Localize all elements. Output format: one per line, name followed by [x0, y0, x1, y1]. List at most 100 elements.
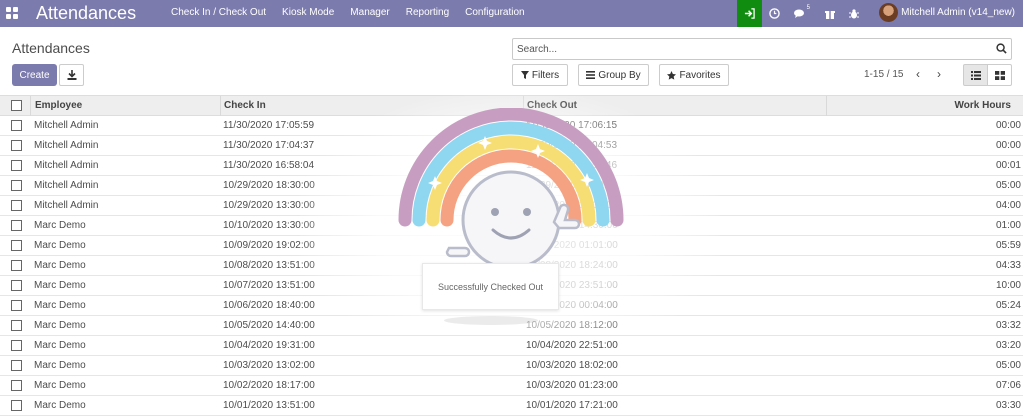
filters-label: Filters [531, 69, 560, 81]
cell-work-hours: 05:59 [995, 240, 1021, 251]
cell-employee: Mitchell Admin [34, 140, 99, 151]
column-check-in[interactable]: Check In [224, 100, 266, 111]
row-checkbox[interactable] [11, 360, 22, 371]
cell-work-hours: 07:06 [995, 380, 1021, 391]
cell-work-hours: 03:20 [995, 340, 1021, 351]
main-menu: Check In / Check Out Kiosk Mode Manager … [163, 0, 533, 27]
cell-employee: Marc Demo [34, 340, 86, 351]
cell-check-in: 11/30/2020 16:58:04 [223, 160, 315, 171]
search-icon[interactable] [996, 43, 1007, 54]
cell-check-in: 10/10/2020 13:30:00 [223, 220, 315, 231]
cell-check-in: 10/06/2020 18:40:00 [223, 300, 315, 311]
list-view-button[interactable] [963, 64, 988, 86]
cell-check-in: 11/30/2020 17:04:37 [223, 140, 315, 151]
column-work-hours[interactable]: Work Hours [955, 100, 1012, 111]
group-by-button[interactable]: Group By [578, 64, 649, 86]
cell-check-out: 10/03/2020 01:23:00 [526, 380, 618, 391]
menu-configuration[interactable]: Configuration [457, 0, 532, 27]
cell-check-in: 10/03/2020 13:02:00 [223, 360, 315, 371]
left-hand-icon [445, 246, 471, 258]
cell-check-in: 11/30/2020 17:05:59 [223, 120, 315, 131]
group-by-label: Group By [598, 69, 641, 81]
cell-employee: Mitchell Admin [34, 120, 99, 131]
debug-bug-icon[interactable] [842, 0, 866, 27]
cell-check-in: 10/29/2020 18:30:00 [223, 180, 315, 191]
cell-employee: Marc Demo [34, 220, 86, 231]
menu-manager[interactable]: Manager [342, 0, 397, 27]
row-checkbox[interactable] [11, 400, 22, 411]
filters-button[interactable]: Filters [512, 64, 568, 86]
table-row[interactable]: Marc Demo 10/01/2020 13:51:00 10/01/2020 1… [0, 396, 1023, 416]
user-avatar[interactable] [879, 3, 898, 22]
kanban-view-button[interactable] [987, 64, 1012, 86]
top-navbar: Attendances Check In / Check Out Kiosk M… [0, 0, 1023, 27]
app-title[interactable]: Attendances [36, 3, 136, 24]
column-employee[interactable]: Employee [35, 100, 82, 111]
smiley-face [461, 170, 561, 270]
cell-check-in: 10/05/2020 14:40:00 [223, 320, 315, 331]
cell-employee: Marc Demo [34, 380, 86, 391]
cell-employee: Mitchell Admin [34, 160, 99, 171]
table-row[interactable]: Marc Demo 10/03/2020 13:02:00 10/03/2020 1… [0, 356, 1023, 376]
cell-check-out: 10/04/2020 22:51:00 [526, 340, 618, 351]
cell-check-in: 10/09/2020 19:02:00 [223, 240, 315, 251]
check-in-status-icon[interactable] [737, 0, 762, 27]
row-checkbox[interactable] [11, 340, 22, 351]
row-checkbox[interactable] [11, 280, 22, 291]
activity-clock-icon[interactable] [762, 0, 786, 27]
list-view-icon [970, 70, 981, 80]
menu-reporting[interactable]: Reporting [398, 0, 457, 27]
row-checkbox[interactable] [11, 380, 22, 391]
cell-employee: Marc Demo [34, 320, 86, 331]
row-checkbox[interactable] [11, 160, 22, 171]
pager-previous-icon[interactable]: ‹ [911, 66, 925, 82]
cell-employee: Marc Demo [34, 280, 86, 291]
download-icon [67, 70, 76, 80]
row-checkbox[interactable] [11, 260, 22, 271]
cell-work-hours: 01:00 [995, 220, 1021, 231]
row-checkbox[interactable] [11, 180, 22, 191]
menu-kiosk-mode[interactable]: Kiosk Mode [274, 0, 342, 27]
row-checkbox[interactable] [11, 140, 22, 151]
cell-check-in: 10/04/2020 19:31:00 [223, 340, 315, 351]
menu-check-in-out[interactable]: Check In / Check Out [163, 0, 274, 27]
cell-employee: Mitchell Admin [34, 180, 99, 191]
row-checkbox[interactable] [11, 300, 22, 311]
download-button[interactable] [59, 64, 84, 86]
row-checkbox[interactable] [11, 200, 22, 211]
cell-work-hours: 05:00 [995, 180, 1021, 191]
pager-next-icon[interactable]: › [932, 66, 946, 82]
row-checkbox[interactable] [11, 240, 22, 251]
pager-value[interactable]: 1-15 / 15 [864, 69, 903, 80]
table-row[interactable]: Marc Demo 10/02/2020 18:17:00 10/03/2020 0… [0, 376, 1023, 396]
create-button[interactable]: Create [12, 64, 57, 86]
search-input[interactable] [513, 39, 983, 59]
breadcrumb: Attendances [12, 40, 90, 56]
row-checkbox[interactable] [11, 320, 22, 331]
cell-work-hours: 00:01 [995, 160, 1021, 171]
cell-work-hours: 05:00 [995, 360, 1021, 371]
checkout-notification: Successfully Checked Out [422, 263, 559, 310]
rainbow-shadow [444, 316, 538, 325]
messages-icon[interactable]: 5 [786, 0, 814, 27]
cell-work-hours: 10:00 [995, 280, 1021, 291]
messages-count-badge: 5 [806, 5, 810, 11]
select-all-checkbox[interactable] [11, 100, 22, 111]
cell-check-in: 10/08/2020 13:51:00 [223, 260, 315, 271]
row-checkbox[interactable] [11, 120, 22, 131]
user-menu[interactable]: Mitchell Admin (v14_new) [901, 0, 1015, 26]
cell-employee: Marc Demo [34, 300, 86, 311]
rainbow-man-illustration [398, 108, 624, 270]
apps-menu-icon[interactable] [6, 7, 19, 20]
cell-check-out: 10/03/2020 18:02:00 [526, 360, 618, 371]
favorites-button[interactable]: Favorites [659, 64, 729, 86]
cell-work-hours: 03:32 [995, 320, 1021, 331]
cell-work-hours: 00:00 [995, 140, 1021, 151]
gift-icon[interactable] [818, 0, 842, 27]
cell-employee: Marc Demo [34, 400, 86, 411]
search-bar [512, 38, 1012, 60]
cell-work-hours: 04:33 [995, 260, 1021, 271]
table-row[interactable]: Marc Demo 10/04/2020 19:31:00 10/04/2020 2… [0, 336, 1023, 356]
cell-check-in: 10/02/2020 18:17:00 [223, 380, 315, 391]
row-checkbox[interactable] [11, 220, 22, 231]
